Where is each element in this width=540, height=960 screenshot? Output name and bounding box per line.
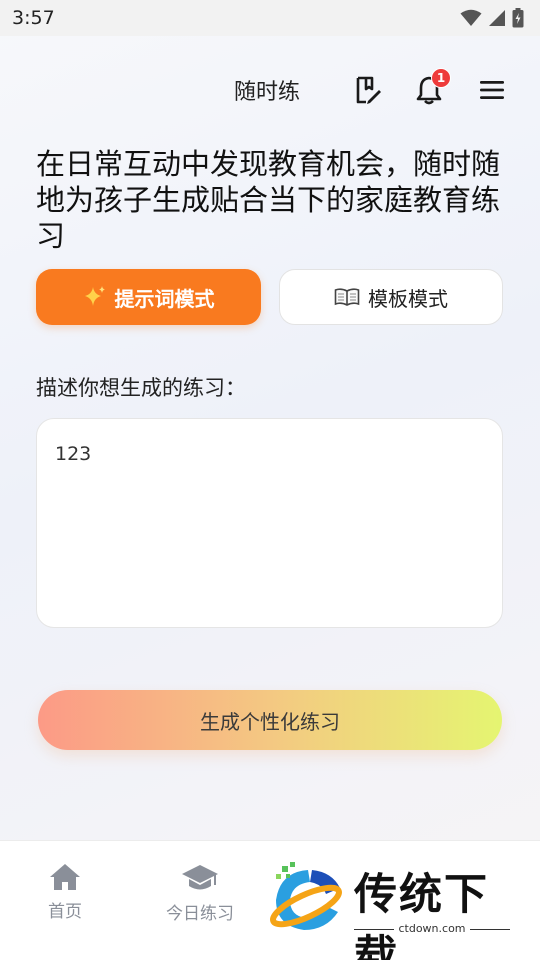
graduation-cap-icon xyxy=(182,865,218,890)
headline: 在日常互动中发现教育机会，随时随地为孩子生成贴合当下的家庭教育练习 xyxy=(36,147,501,253)
exercise-description-label: 描述你想生成的练习： xyxy=(36,376,246,400)
watermark-divider-right xyxy=(470,929,510,930)
signal-icon xyxy=(489,10,505,26)
status-icons xyxy=(460,8,524,28)
watermark-logo: 传统下载 ctdown.com xyxy=(268,860,518,960)
wifi-icon xyxy=(460,9,482,26)
app-header: 随时练 1 xyxy=(0,64,540,116)
hamburger-menu-icon xyxy=(480,81,504,99)
status-time: 3:57 xyxy=(12,7,55,29)
generate-exercise-label: 生成个性化练习 xyxy=(200,709,340,734)
battery-icon xyxy=(512,8,524,28)
page-title: 随时练 xyxy=(234,80,301,105)
exercise-description-input[interactable]: 123 xyxy=(36,418,503,628)
bookmark-edit-icon xyxy=(356,76,381,104)
notifications-button[interactable]: 1 xyxy=(411,68,451,108)
book-icon xyxy=(334,288,360,306)
edit-bookmark-button[interactable] xyxy=(350,72,386,108)
template-mode-button[interactable]: 模板模式 xyxy=(279,269,503,325)
generate-exercise-button[interactable]: 生成个性化练习 xyxy=(38,690,502,750)
prompt-mode-label: 提示词模式 xyxy=(114,286,215,311)
exercise-description-value: 123 xyxy=(55,443,92,465)
watermark-text: 传统下载 xyxy=(354,870,489,960)
sparkle-icon xyxy=(84,286,105,306)
menu-button[interactable] xyxy=(474,72,510,108)
nav-today-label: 今日练习 xyxy=(166,904,234,924)
notification-badge: 1 xyxy=(431,68,451,88)
nav-item-today-practice[interactable]: 今日练习 xyxy=(166,863,234,924)
prompt-mode-button[interactable]: 提示词模式 xyxy=(36,269,261,325)
home-icon xyxy=(50,864,80,890)
watermark-logo-icon xyxy=(270,862,342,930)
status-bar: 3:57 xyxy=(0,0,540,36)
nav-home-label: 首页 xyxy=(48,902,82,922)
nav-item-home[interactable]: 首页 xyxy=(48,863,82,922)
template-mode-label: 模板模式 xyxy=(368,286,448,311)
